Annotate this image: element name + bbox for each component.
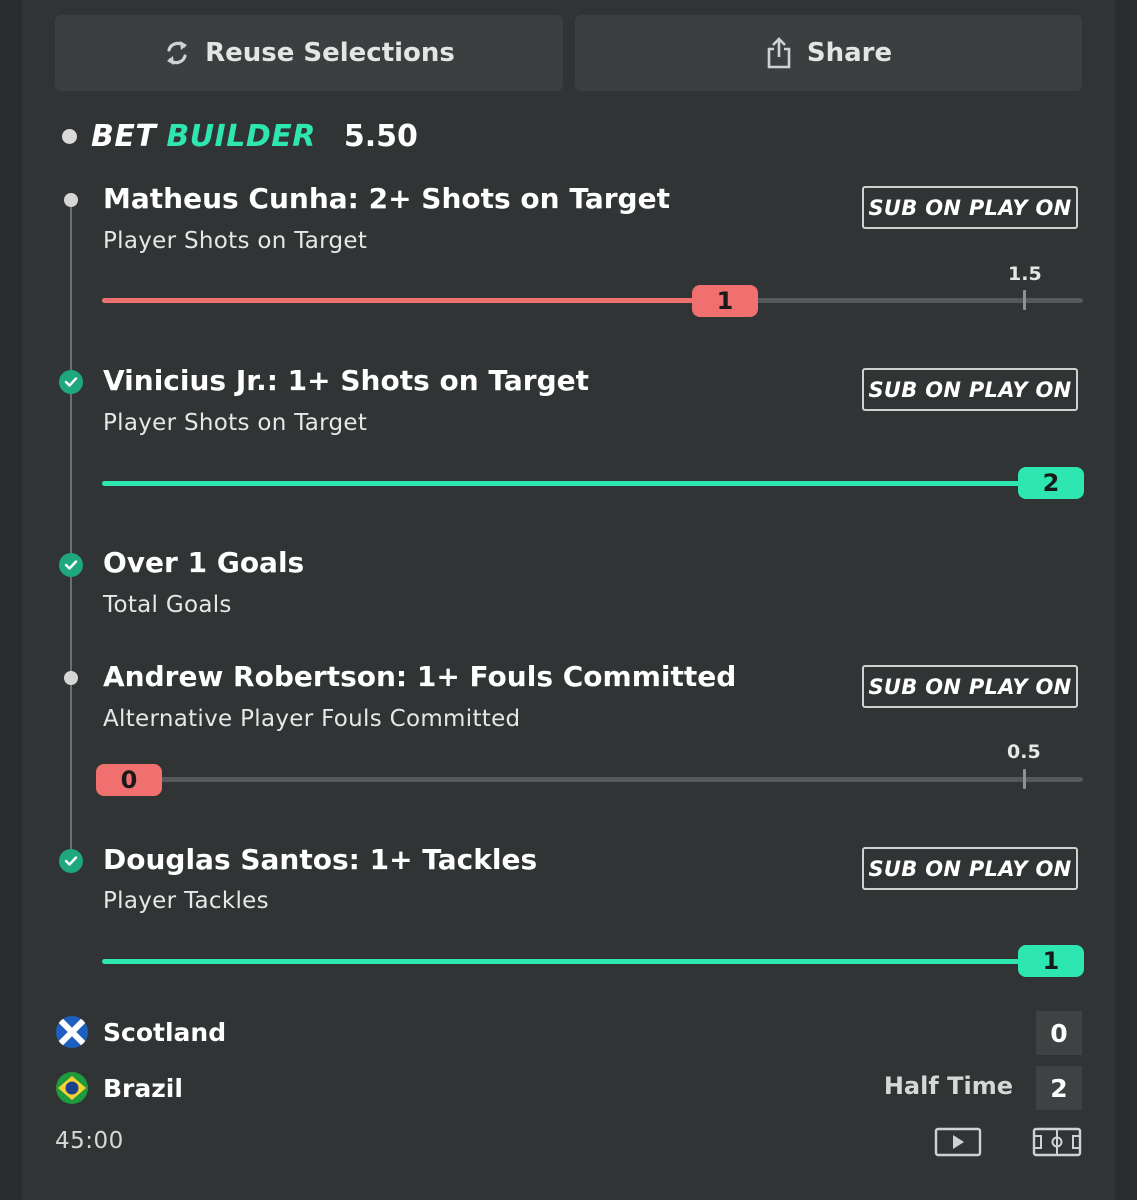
progress-track bbox=[130, 777, 1083, 782]
selection-market: Alternative Player Fouls Committed bbox=[103, 706, 521, 732]
progress-current-pill: 2 bbox=[1018, 467, 1084, 499]
selection-title: Vinicius Jr.: 1+ Shots on Target bbox=[103, 364, 590, 397]
selection-market: Player Tackles bbox=[103, 888, 269, 914]
selection-timeline bbox=[70, 200, 72, 858]
progress-fill bbox=[102, 959, 1052, 964]
progress-current-pill: 1 bbox=[1018, 945, 1084, 977]
progress-target-label: 0.5 bbox=[1007, 741, 1041, 763]
selection-market: Player Shots on Target bbox=[103, 410, 368, 436]
match-period: Half Time bbox=[883, 1072, 1013, 1100]
bet-header-dot-icon bbox=[62, 128, 77, 144]
reuse-selections-button[interactable]: Reuse Selections bbox=[55, 15, 563, 91]
bet-header: BET BUILDER 5.50 bbox=[62, 112, 418, 160]
selection-title: Over 1 Goals bbox=[103, 546, 305, 579]
share-button[interactable]: Share bbox=[575, 15, 1082, 91]
check-icon bbox=[59, 553, 83, 577]
bet-odds: 5.50 bbox=[343, 118, 418, 154]
sub-on-play-on-badge[interactable]: SUB ON PLAY ON bbox=[862, 665, 1078, 708]
progress-target-tick bbox=[1023, 290, 1026, 310]
selection-title: Matheus Cunha: 2+ Shots on Target bbox=[103, 182, 670, 215]
pitch-tracker-icon[interactable] bbox=[1032, 1126, 1082, 1158]
refresh-icon bbox=[167, 41, 188, 65]
progress-current-pill: 1 bbox=[692, 285, 758, 317]
check-icon bbox=[59, 849, 83, 873]
bet-builder-word: BUILDER bbox=[166, 118, 316, 154]
share-label: Share bbox=[806, 38, 893, 68]
sub-on-play-on-badge[interactable]: SUB ON PLAY ON bbox=[862, 847, 1078, 890]
progress-target-label: 1.5 bbox=[1008, 263, 1042, 285]
progress-fill bbox=[102, 298, 726, 303]
check-icon bbox=[59, 370, 83, 394]
home-score: 0 bbox=[1036, 1011, 1082, 1055]
selection-market: Total Goals bbox=[103, 592, 232, 618]
progress-current-pill: 0 bbox=[96, 764, 162, 796]
progress-target-tick bbox=[1023, 769, 1026, 789]
match-clock: 45:00 bbox=[55, 1128, 124, 1154]
share-icon bbox=[767, 37, 791, 69]
selection-title: Andrew Robertson: 1+ Fouls Committed bbox=[103, 660, 737, 693]
sub-on-play-on-badge[interactable]: SUB ON PLAY ON bbox=[862, 368, 1078, 411]
sub-on-play-on-badge[interactable]: SUB ON PLAY ON bbox=[862, 186, 1078, 229]
home-team: Scotland bbox=[55, 1015, 226, 1049]
brazil-flag-icon bbox=[56, 1072, 88, 1104]
away-team: Brazil bbox=[55, 1071, 183, 1105]
video-stream-icon[interactable] bbox=[934, 1126, 982, 1158]
selection-title: Douglas Santos: 1+ Tackles bbox=[103, 843, 538, 876]
bet-type: BET BUILDER bbox=[91, 119, 316, 154]
pending-dot-icon bbox=[60, 667, 82, 689]
reuse-selections-label: Reuse Selections bbox=[205, 38, 455, 68]
away-team-name: Brazil bbox=[103, 1073, 183, 1103]
pending-dot-icon bbox=[60, 189, 82, 211]
home-team-name: Scotland bbox=[103, 1017, 227, 1047]
away-score: 2 bbox=[1036, 1066, 1082, 1110]
scotland-flag-icon bbox=[56, 1016, 88, 1048]
bet-type-word: BET bbox=[91, 118, 157, 154]
progress-fill bbox=[102, 481, 1052, 486]
selection-market: Player Shots on Target bbox=[103, 228, 368, 254]
